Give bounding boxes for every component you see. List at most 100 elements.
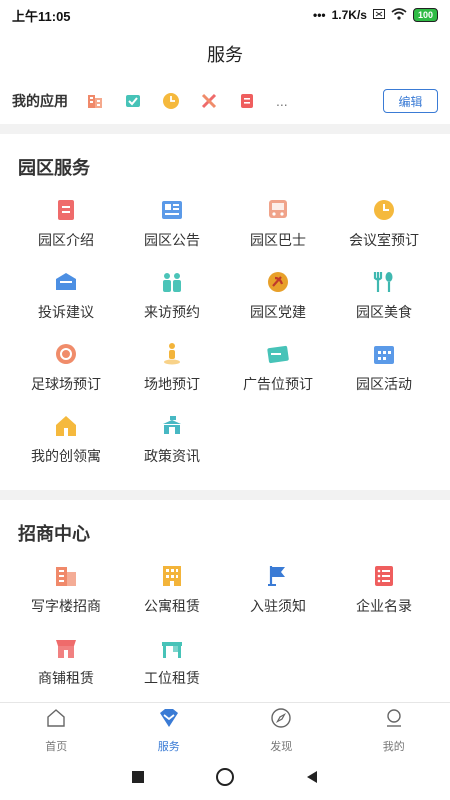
home-icon <box>45 707 67 734</box>
status-bar: 上午11:05 ••• 1.7K/s 100 <box>0 0 450 30</box>
park-services-grid: 园区介绍 园区公告 园区巴士 会议室预订投诉建议 来访预约 园区党建 园区美食足球场预订 场地… <box>0 192 450 472</box>
service-item[interactable]: 企业名录 <box>331 558 437 622</box>
my-apps-label: 我的应用 <box>12 93 68 109</box>
service-item[interactable]: 政策资讯 <box>119 408 225 472</box>
sim-icon <box>372 8 385 22</box>
service-item-label: 会议室预订 <box>349 232 419 248</box>
service-item[interactable]: 足球场预订 <box>13 336 119 400</box>
service-item-label: 足球场预订 <box>31 376 101 392</box>
service-item[interactable]: 公寓租赁 <box>119 558 225 622</box>
my-apps-bar: 我的应用 ... 编辑 <box>0 78 450 124</box>
location-person-icon <box>160 342 184 366</box>
tab-mine-label: 我的 <box>382 741 405 753</box>
desk-icon <box>160 636 184 660</box>
clock-icon[interactable] <box>162 92 180 110</box>
list-icon <box>372 564 396 588</box>
park-services-section: 园区服务 园区介绍 园区公告 园区巴士 会议室预订投诉建议 来访预约 园区党建 园区美食足球… <box>0 142 450 472</box>
investment-center-grid: 写字楼招商 公寓租赁 入驻须知 企业名录商铺租赁 工位租赁 <box>0 558 450 694</box>
service-item[interactable]: 商铺租赁 <box>13 630 119 694</box>
tab-home[interactable]: 首页 <box>0 703 113 758</box>
apartment-icon <box>160 564 184 588</box>
home-nav-icon[interactable] <box>215 767 235 792</box>
page-title-text: 服务 <box>207 45 243 65</box>
service-item-label: 公寓租赁 <box>144 598 200 614</box>
my-apps-icons: ... <box>86 92 383 110</box>
service-item-label: 工位租赁 <box>144 670 200 686</box>
newspaper-icon <box>160 198 184 222</box>
document-icon[interactable] <box>238 92 256 110</box>
service-item[interactable]: 园区活动 <box>331 336 437 400</box>
service-item[interactable]: 园区公告 <box>119 192 225 256</box>
calendar-icon <box>372 342 396 366</box>
menu-nav-icon[interactable] <box>131 770 145 789</box>
back-nav-icon[interactable] <box>305 770 319 789</box>
tab-home-label: 首页 <box>45 741 68 753</box>
office-building-icon <box>54 564 78 588</box>
service-item-label: 政策资讯 <box>144 448 200 464</box>
service-item[interactable]: 广告位预订 <box>225 336 331 400</box>
network-speed: 1.7K/s <box>331 8 367 22</box>
service-item[interactable]: 园区巴士 <box>225 192 331 256</box>
people-icon <box>160 270 184 294</box>
edit-apps-button[interactable]: 编辑 <box>383 89 438 113</box>
investment-center-section: 招商中心 写字楼招商 公寓租赁 入驻须知 企业名录商铺租赁 工位租赁 <box>0 508 450 694</box>
service-item-label: 园区党建 <box>250 304 306 320</box>
service-item-label: 入驻须知 <box>250 598 306 614</box>
notification-dots: ••• <box>313 8 326 22</box>
investment-center-title: 招商中心 <box>18 524 90 544</box>
football-icon <box>54 342 78 366</box>
checkbox-icon[interactable] <box>124 92 142 110</box>
service-item-label: 投诉建议 <box>38 304 94 320</box>
tools-icon[interactable] <box>200 92 218 110</box>
cutlery-icon <box>372 270 396 294</box>
service-item-label: 商铺租赁 <box>38 670 94 686</box>
compass-icon <box>270 707 292 734</box>
shop-icon <box>54 636 78 660</box>
status-indicators: ••• 1.7K/s 100 <box>313 7 438 23</box>
service-item-label: 园区活动 <box>356 376 412 392</box>
user-icon <box>383 707 405 734</box>
podium-icon <box>160 414 184 438</box>
service-item[interactable]: 园区党建 <box>225 264 331 328</box>
bottom-tab-bar: 首页 服务 发现 我的 <box>0 702 450 758</box>
tab-service-label: 服务 <box>157 741 180 753</box>
section-divider <box>0 124 450 134</box>
tab-discover-label: 发现 <box>270 741 293 753</box>
card-icon <box>266 342 290 366</box>
service-item[interactable]: 写字楼招商 <box>13 558 119 622</box>
tab-discover[interactable]: 发现 <box>225 703 338 758</box>
document-icon <box>54 198 78 222</box>
flag-icon <box>266 564 290 588</box>
service-item[interactable]: 会议室预订 <box>331 192 437 256</box>
service-item[interactable]: 投诉建议 <box>13 264 119 328</box>
service-item-label: 写字楼招商 <box>31 598 101 614</box>
service-item[interactable]: 我的创领寓 <box>13 408 119 472</box>
service-item-label: 场地预订 <box>144 376 200 392</box>
service-item-label: 广告位预订 <box>243 376 313 392</box>
service-item-label: 园区介绍 <box>38 232 94 248</box>
park-services-title: 园区服务 <box>18 158 90 178</box>
service-item[interactable]: 工位租赁 <box>119 630 225 694</box>
system-navigation-bar <box>0 758 450 800</box>
service-item[interactable]: 来访预约 <box>119 264 225 328</box>
status-time: 上午11:05 <box>12 8 71 24</box>
bus-icon <box>266 198 290 222</box>
service-item-label: 来访预约 <box>144 304 200 320</box>
party-emblem-icon <box>266 270 290 294</box>
tab-service[interactable]: 服务 <box>113 703 226 758</box>
building-icon[interactable] <box>86 92 104 110</box>
wifi-icon <box>391 7 407 23</box>
service-item-label: 园区美食 <box>356 304 412 320</box>
service-item[interactable]: 入驻须知 <box>225 558 331 622</box>
service-item-label: 园区公告 <box>144 232 200 248</box>
service-item[interactable]: 园区介绍 <box>13 192 119 256</box>
tab-mine[interactable]: 我的 <box>338 703 450 758</box>
clock-icon <box>372 198 396 222</box>
service-item[interactable]: 场地预订 <box>119 336 225 400</box>
mail-icon <box>54 270 78 294</box>
house-icon <box>54 414 78 438</box>
service-item[interactable]: 园区美食 <box>331 264 437 328</box>
service-item-label: 企业名录 <box>356 598 412 614</box>
battery-indicator: 100 <box>412 8 438 22</box>
page-title: 服务 <box>0 30 450 78</box>
